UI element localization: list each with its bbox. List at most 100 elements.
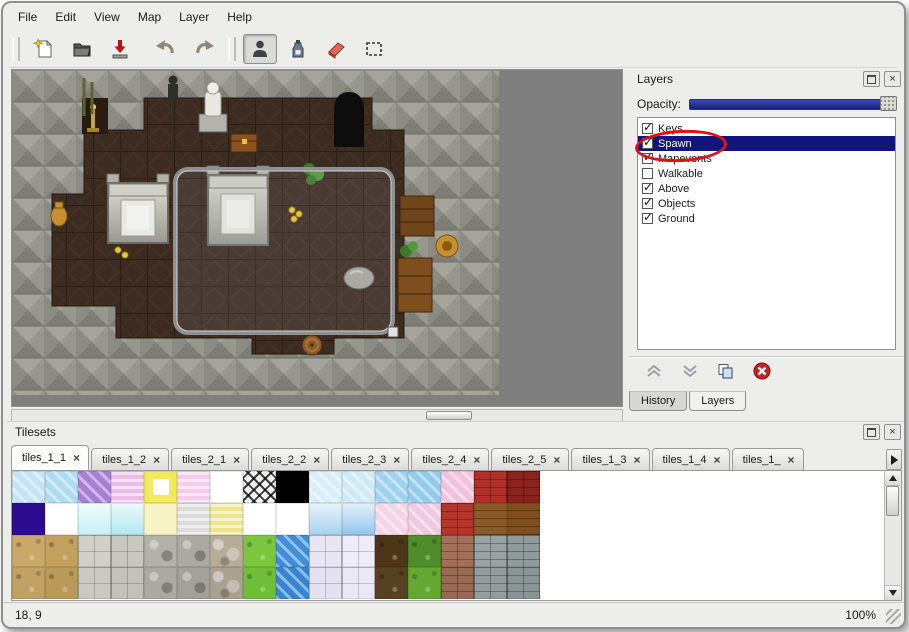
palette-tile[interactable]: [408, 567, 441, 599]
layer-row-walkable[interactable]: Walkable: [638, 166, 895, 181]
palette-tile[interactable]: [309, 503, 342, 535]
layer-row-keys[interactable]: Keys: [638, 121, 895, 136]
layer-visibility-checkbox[interactable]: [642, 153, 653, 164]
palette-tile[interactable]: [111, 567, 144, 599]
close-tab-icon[interactable]: ×: [714, 454, 721, 466]
palette-tile[interactable]: [177, 567, 210, 599]
palette-tile[interactable]: [12, 567, 45, 599]
menu-layer[interactable]: Layer: [170, 7, 218, 27]
palette-tile[interactable]: [78, 471, 111, 503]
menu-map[interactable]: Map: [129, 7, 170, 27]
scroll-up-button[interactable]: [885, 471, 900, 486]
open-button[interactable]: [65, 34, 99, 64]
palette-tile[interactable]: [276, 535, 309, 567]
close-button[interactable]: ×: [884, 424, 901, 440]
palette-tile[interactable]: [375, 567, 408, 599]
duplicate-layer-button[interactable]: [713, 361, 739, 381]
close-tab-icon[interactable]: ×: [313, 454, 320, 466]
dock-tab-layers[interactable]: Layers: [689, 391, 746, 411]
palette-tile[interactable]: [441, 535, 474, 567]
palette-tile[interactable]: [45, 567, 78, 599]
tileset-tab-tiles_2_2[interactable]: tiles_2_2×: [251, 448, 329, 470]
tileset-tab-tiles_2_3[interactable]: tiles_2_3×: [331, 448, 409, 470]
toolbar-handle[interactable]: [12, 37, 20, 61]
opacity-slider-handle[interactable]: [880, 96, 897, 111]
menu-help[interactable]: Help: [218, 7, 261, 27]
delete-layer-button[interactable]: [749, 361, 775, 381]
palette-tile[interactable]: [45, 471, 78, 503]
scroll-down-button[interactable]: [885, 585, 900, 600]
close-tab-icon[interactable]: ×: [473, 454, 480, 466]
eraser-tool-button[interactable]: [319, 34, 353, 64]
menu-file[interactable]: File: [9, 7, 46, 27]
rect-select-tool-button[interactable]: [357, 34, 391, 64]
palette-tile[interactable]: [111, 535, 144, 567]
map-viewport[interactable]: [11, 69, 623, 407]
close-tab-icon[interactable]: ×: [393, 454, 400, 466]
palette-tile[interactable]: [342, 535, 375, 567]
palette-tile[interactable]: [144, 567, 177, 599]
palette-tile[interactable]: [243, 471, 276, 503]
palette-tile[interactable]: [12, 535, 45, 567]
palette-tile[interactable]: [375, 503, 408, 535]
palette-tile[interactable]: [276, 503, 309, 535]
float-button[interactable]: [863, 71, 880, 87]
selection-resize-handle[interactable]: [388, 327, 398, 337]
close-button[interactable]: ×: [884, 71, 901, 87]
palette-tile[interactable]: [441, 567, 474, 599]
tileset-tab-tiles_1_3[interactable]: tiles_1_3×: [571, 448, 649, 470]
float-button[interactable]: [863, 424, 880, 440]
tileset-tab-tiles_1_1[interactable]: tiles_1_1×: [11, 445, 89, 470]
toolbar-handle[interactable]: [228, 37, 236, 61]
tileset-tab-tiles_1_[interactable]: tiles_1_×: [732, 448, 804, 470]
palette-tile[interactable]: [243, 535, 276, 567]
scrollbar-thumb[interactable]: [886, 486, 899, 516]
layer-visibility-checkbox[interactable]: [642, 183, 653, 194]
resize-grip[interactable]: [886, 609, 901, 624]
palette-tile[interactable]: [210, 471, 243, 503]
layer-visibility-checkbox[interactable]: [642, 138, 653, 149]
tileset-tab-tiles_2_4[interactable]: tiles_2_4×: [411, 448, 489, 470]
place-character-tool-button[interactable]: [243, 34, 277, 64]
close-tab-icon[interactable]: ×: [153, 454, 160, 466]
palette-tile[interactable]: [309, 535, 342, 567]
menu-view[interactable]: View: [85, 7, 129, 27]
palette-tile[interactable]: [441, 471, 474, 503]
palette-tile[interactable]: [408, 471, 441, 503]
layer-row-mapevents[interactable]: Mapevents: [638, 151, 895, 166]
palette-tile[interactable]: [309, 567, 342, 599]
layer-row-spawn[interactable]: Spawn: [638, 136, 895, 151]
palette-tile[interactable]: [441, 503, 474, 535]
palette-tile[interactable]: [474, 535, 507, 567]
tileset-tab-tiles_1_4[interactable]: tiles_1_4×: [652, 448, 730, 470]
palette-tile[interactable]: [12, 471, 45, 503]
palette-tile[interactable]: [111, 471, 144, 503]
palette-tile[interactable]: [144, 471, 177, 503]
opacity-slider[interactable]: [689, 99, 897, 110]
palette-tile[interactable]: [408, 535, 441, 567]
palette-tile[interactable]: [243, 567, 276, 599]
palette-tile[interactable]: [507, 567, 540, 599]
tileset-palette[interactable]: [12, 471, 541, 599]
palette-tile[interactable]: [78, 567, 111, 599]
scrollbar-thumb[interactable]: [426, 411, 472, 420]
palette-tile[interactable]: [144, 503, 177, 535]
palette-tile[interactable]: [276, 471, 309, 503]
palette-tile[interactable]: [12, 503, 45, 535]
layer-row-above[interactable]: Above: [638, 181, 895, 196]
palette-vertical-scrollbar[interactable]: [884, 471, 901, 600]
palette-tile[interactable]: [210, 567, 243, 599]
palette-tile[interactable]: [375, 471, 408, 503]
map-canvas[interactable]: [12, 70, 499, 395]
move-layer-down-button[interactable]: [677, 361, 703, 381]
palette-tile[interactable]: [507, 535, 540, 567]
save-button[interactable]: [103, 34, 137, 64]
layer-row-ground[interactable]: Ground: [638, 211, 895, 226]
tileset-tab-tiles_1_2[interactable]: tiles_1_2×: [91, 448, 169, 470]
layer-visibility-checkbox[interactable]: [642, 123, 653, 134]
palette-tile[interactable]: [375, 535, 408, 567]
tab-scroll-right-button[interactable]: [886, 449, 902, 470]
palette-tile[interactable]: [177, 535, 210, 567]
palette-tile[interactable]: [408, 503, 441, 535]
palette-tile[interactable]: [45, 535, 78, 567]
